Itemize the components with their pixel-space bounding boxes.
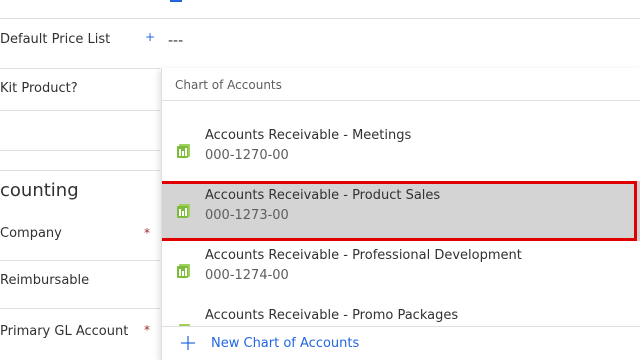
top-accent-bar	[170, 0, 182, 2]
chart-of-accounts-icon	[177, 264, 190, 278]
lookup-result-item[interactable]: Accounts Receivable - Promo Packages	[162, 301, 640, 326]
lookup-footer: New Chart of Accounts	[162, 326, 640, 360]
lookup-result-item[interactable]: 000-1271-00	[162, 101, 640, 121]
result-name: Accounts Receivable - Product Sales	[205, 188, 441, 203]
divider	[0, 68, 160, 69]
field-label-primary-gl-account: Primary GL Account	[0, 324, 129, 339]
divider	[0, 170, 160, 171]
divider	[0, 110, 160, 111]
lookup-result-item[interactable]: Accounts Receivable - Meetings 000-1270-…	[162, 121, 640, 181]
new-chart-of-accounts-button[interactable]: New Chart of Accounts	[211, 336, 359, 351]
divider	[0, 308, 160, 309]
plus-icon[interactable]	[180, 335, 196, 351]
divider	[0, 260, 160, 261]
required-indicator: *	[144, 226, 150, 240]
chart-of-accounts-icon	[177, 144, 190, 158]
lookup-result-item[interactable]: Accounts Receivable - Professional Devel…	[162, 241, 640, 301]
result-account-number: 000-1271-00	[205, 101, 289, 103]
lookup-header-label: Chart of Accounts	[175, 78, 282, 92]
divider	[0, 18, 640, 19]
field-label-reimbursable: Reimbursable	[0, 273, 90, 288]
field-label-kit-product: Kit Product?	[0, 81, 78, 96]
required-indicator: *	[144, 323, 150, 337]
chart-of-accounts-lookup-dropdown: Chart of Accounts 000-1271-00 Accounts R	[161, 68, 640, 360]
field-label-default-price-list: Default Price List	[0, 32, 111, 47]
result-account-number: 000-1274-00	[205, 268, 289, 283]
lookup-header: Chart of Accounts	[162, 68, 640, 101]
result-name: Accounts Receivable - Professional Devel…	[205, 248, 522, 263]
divider	[0, 150, 160, 151]
default-price-list-value[interactable]: ---	[168, 33, 183, 49]
result-name: Accounts Receivable - Meetings	[205, 128, 412, 143]
chart-of-accounts-icon	[177, 204, 190, 218]
result-name: Accounts Receivable - Promo Packages	[205, 308, 459, 323]
result-account-number: 000-1273-00	[205, 208, 289, 223]
required-indicator: +	[145, 30, 156, 44]
field-label-company: Company	[0, 226, 62, 241]
lookup-result-item-selected[interactable]: Accounts Receivable - Product Sales 000-…	[162, 181, 640, 241]
lookup-results-list[interactable]: 000-1271-00 Accounts Receivable - Meetin…	[162, 101, 640, 326]
section-title-accounting: counting	[0, 180, 79, 201]
result-account-number: 000-1270-00	[205, 148, 289, 163]
